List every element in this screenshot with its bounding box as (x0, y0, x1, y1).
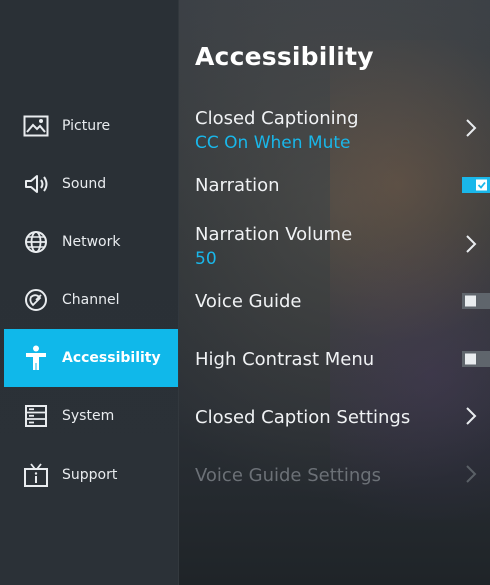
row-label: Closed Captioning (195, 108, 359, 129)
menu-row-high-contrast[interactable]: High Contrast Menu (195, 336, 490, 394)
row-label: Voice Guide (195, 291, 302, 312)
sidebar-item-label: Sound (62, 176, 107, 192)
row-label: Voice Guide Settings (195, 465, 382, 486)
settings-sidebar: Picture Sound Network Channel Accessibil… (0, 0, 179, 585)
row-value: 50 (195, 249, 217, 269)
speaker-icon (20, 168, 52, 200)
sidebar-item-label: Channel (62, 292, 120, 308)
row-label: High Contrast Menu (195, 349, 375, 370)
menu-row-narration-volume[interactable]: Narration Volume 50 (195, 220, 490, 278)
sidebar-item-picture[interactable]: Picture (4, 97, 178, 155)
chevron-right-icon (466, 119, 477, 137)
menu-row-closed-caption-settings[interactable]: Closed Caption Settings (195, 394, 490, 452)
chevron-right-icon (466, 235, 477, 253)
narration-toggle[interactable] (462, 177, 490, 193)
menu-row-voice-guide-settings[interactable]: Voice Guide Settings (195, 452, 490, 510)
row-label: Narration (195, 175, 280, 196)
server-rack-icon (20, 400, 52, 432)
sidebar-item-label: Support (62, 467, 118, 483)
sidebar-item-network[interactable]: Network (4, 213, 178, 271)
satellite-dish-icon (20, 284, 52, 316)
tv-settings-screen: Picture Sound Network Channel Accessibil… (0, 0, 490, 585)
globe-icon (20, 226, 52, 258)
menu-row-closed-captioning[interactable]: Closed Captioning CC On When Mute (195, 104, 490, 162)
sidebar-item-channel[interactable]: Channel (4, 271, 178, 329)
high-contrast-toggle[interactable] (462, 351, 490, 367)
sidebar-item-accessibility[interactable]: Accessibility (4, 329, 178, 387)
sidebar-item-sound[interactable]: Sound (4, 155, 178, 213)
sidebar-item-label: Network (62, 234, 121, 250)
row-value: CC On When Mute (195, 133, 351, 153)
menu-row-voice-guide[interactable]: Voice Guide (195, 278, 490, 336)
sidebar-item-label: Picture (62, 118, 111, 134)
page-title: Accessibility (195, 42, 374, 71)
accessibility-person-icon (20, 342, 52, 374)
row-label: Narration Volume (195, 224, 353, 245)
sidebar-item-support[interactable]: Support (4, 446, 178, 504)
menu-row-narration[interactable]: Narration (195, 162, 490, 220)
picture-icon (20, 110, 52, 142)
chevron-right-icon (466, 407, 477, 425)
row-label: Closed Caption Settings (195, 407, 411, 428)
voice-guide-toggle[interactable] (462, 293, 490, 309)
sidebar-item-system[interactable]: System (4, 387, 178, 445)
chevron-right-icon (466, 465, 477, 483)
sidebar-item-label: System (62, 408, 115, 424)
tv-info-icon (20, 459, 52, 491)
sidebar-item-label: Accessibility (62, 350, 161, 366)
